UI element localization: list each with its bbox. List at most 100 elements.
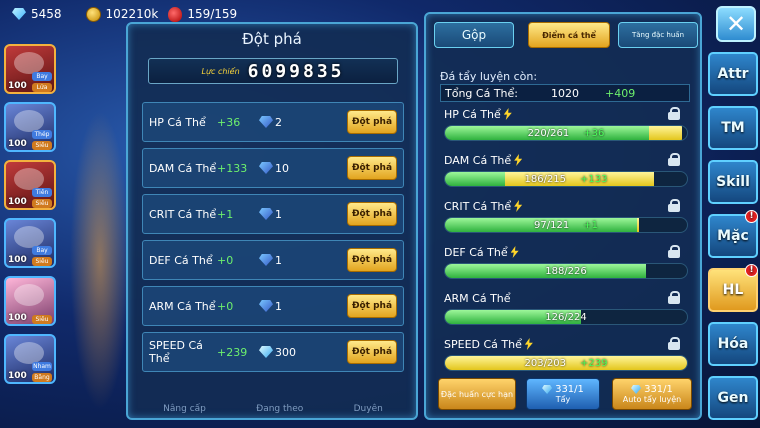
type-tag: Nham	[32, 362, 52, 371]
progress-text: 97/121 +1	[445, 218, 687, 232]
panel-title: Đột phá	[242, 30, 302, 48]
tab-individual-points[interactable]: Điểm cá thể	[528, 22, 610, 48]
combat-power-value: 6099835	[247, 60, 345, 82]
stamina-count: 159/159	[187, 7, 238, 21]
breakthrough-button[interactable]: Đột phá	[347, 248, 397, 272]
breakthrough-button[interactable]: Đột phá	[347, 340, 397, 364]
bond-tab[interactable]: Duyên	[354, 404, 383, 414]
breakthrough-button[interactable]: Đột phá	[347, 156, 397, 180]
character-portrait	[14, 284, 44, 306]
cost-count: 300	[275, 345, 296, 359]
character-portrait	[14, 168, 44, 190]
lock-icon[interactable]	[668, 153, 680, 166]
stat-progress-bar: 97/121 +1	[444, 217, 688, 233]
diamond-count: 5458	[31, 7, 62, 21]
stat-row: HP Cá Thể 220/261 +36	[444, 106, 688, 141]
character-slot[interactable]: Nham Băng 100	[4, 334, 56, 384]
character-level: 100	[8, 313, 27, 323]
nav-gen[interactable]: Gen	[708, 376, 758, 420]
stamina-potion-icon	[168, 6, 183, 22]
cost-count: 1	[275, 253, 282, 267]
nav-tm[interactable]: TM	[708, 106, 758, 150]
gold-count: 102210k	[105, 7, 159, 21]
extreme-training-label: Đặc huấn cực hạn	[440, 389, 514, 399]
following-tab[interactable]: Đang theo	[256, 404, 303, 414]
background-tabs: Nâng cấp Đang theo Duyên	[138, 404, 408, 414]
close-icon: ✕	[725, 10, 747, 38]
lock-icon[interactable]	[668, 245, 680, 258]
lock-icon[interactable]	[668, 107, 680, 120]
character-slot[interactable]: Bay Lửa 100	[4, 44, 56, 94]
stat-progress-bar: 188/226	[444, 263, 688, 279]
nav-skill[interactable]: Skill	[708, 160, 758, 204]
stat-progress-bar: 203/203 +239	[444, 355, 688, 371]
breakthrough-row: HP Cá Thể +36 2 Đột phá	[142, 102, 404, 142]
type-tag: Siêu	[32, 141, 52, 150]
stat-bonus: +133	[580, 173, 608, 185]
lightning-icon	[514, 200, 523, 212]
nav-equip[interactable]: Mặc!	[708, 210, 758, 258]
cost-count: 2	[275, 115, 282, 129]
tab-merge[interactable]: Gộp	[434, 22, 514, 48]
stat-name: SPEED Cá Thể	[444, 337, 522, 351]
diamond-icon	[259, 346, 273, 358]
wash-label: Tẩy	[555, 395, 571, 404]
combat-power-box: Lực chiến 6099835	[148, 58, 398, 84]
stat-value: 203/203	[524, 357, 567, 369]
lock-icon[interactable]	[668, 199, 680, 212]
auto-wash-button[interactable]: 331/1 Auto tẩy luyện	[612, 378, 692, 410]
type-tag: Bay	[32, 72, 52, 81]
stat-increase: +0	[217, 253, 234, 267]
progress-text: 203/203 +239	[445, 356, 687, 370]
character-portrait	[14, 52, 44, 74]
stat-row: DAM Cá Thể 186/215 +133	[444, 152, 688, 187]
stat-name: DAM Cá Thể	[149, 161, 217, 175]
total-value: 1020	[551, 86, 579, 100]
character-level: 100	[8, 81, 27, 91]
lightning-icon	[503, 108, 512, 120]
breakthrough-row: DAM Cá Thể +133 10 Đột phá	[142, 148, 404, 188]
nav-equip-label: Mặc	[717, 228, 749, 244]
breakthrough-row: DEF Cá Thể +0 1 Đột phá	[142, 240, 404, 280]
breakthrough-button[interactable]: Đột phá	[347, 202, 397, 226]
extreme-training-button[interactable]: Đặc huấn cực hạn	[438, 378, 516, 410]
tab-special-training[interactable]: Tăng đặc huấn	[618, 22, 698, 48]
nav-evolve[interactable]: Hóa	[708, 322, 758, 366]
type-tag: Băng	[32, 373, 52, 382]
stat-value: 126/224	[545, 311, 587, 323]
stat-progress-bar: 186/215 +133	[444, 171, 688, 187]
character-slot[interactable]: Siêu 100	[4, 276, 56, 326]
auto-label: Auto tẩy luyện	[622, 395, 682, 404]
diamond-resource: 5458	[12, 7, 62, 21]
upgrade-tab[interactable]: Nâng cấp	[163, 404, 206, 414]
stat-value: 97/121	[534, 219, 570, 231]
lightning-icon	[510, 246, 519, 258]
lock-icon[interactable]	[668, 337, 680, 350]
character-slot[interactable]: Thép Siêu 100	[4, 102, 56, 152]
stat-name: ARM Cá Thể	[149, 299, 216, 313]
stat-row: SPEED Cá Thể 203/203 +239	[444, 336, 688, 371]
character-slot[interactable]: Bay Siêu 100	[4, 218, 56, 268]
breakthrough-button[interactable]: Đột phá	[347, 110, 397, 134]
remaining-stones-label: Đá tẩy luyện còn:	[440, 70, 538, 83]
stat-label-row: ARM Cá Thể	[444, 290, 688, 306]
close-button[interactable]: ✕	[716, 6, 756, 42]
stat-value: 186/215	[524, 173, 567, 185]
lock-icon[interactable]	[668, 291, 680, 304]
stat-value: 188/226	[545, 265, 587, 277]
stat-increase: +0	[217, 299, 234, 313]
character-slot[interactable]: Tiên Siêu 100	[4, 160, 56, 210]
breakthrough-button[interactable]: Đột phá	[347, 294, 397, 318]
stat-name: HP Cá Thể	[149, 115, 206, 129]
crystal-icon	[259, 254, 273, 266]
stat-name: CRIT Cá Thể	[444, 199, 512, 213]
character-level: 100	[8, 197, 27, 207]
stat-increase: +239	[217, 345, 248, 359]
stat-name: CRIT Cá Thể	[149, 207, 217, 221]
stat-bonus: +1	[583, 219, 598, 231]
nav-attr[interactable]: Attr	[708, 52, 758, 96]
nav-hl[interactable]: HL!	[708, 264, 758, 312]
wash-button[interactable]: 331/1 Tẩy	[526, 378, 600, 410]
cost-count: 10	[275, 161, 289, 175]
type-tag: Lửa	[32, 83, 52, 92]
